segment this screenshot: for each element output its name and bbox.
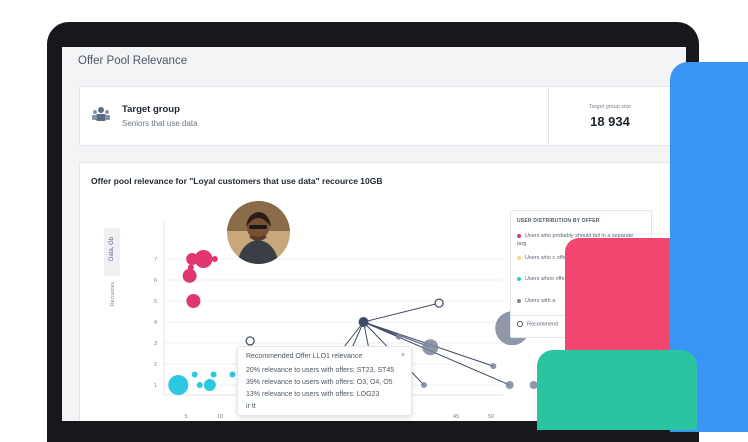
divider [548,87,549,145]
page-title: Offer Pool Relevance [78,55,188,67]
cyan-dot-icon [517,276,521,281]
cyan-bubble [196,382,203,388]
y-tick-label: 2 [154,362,157,368]
gray-dot-icon [517,298,521,303]
resources-axis-label: Recources [110,282,116,306]
y-tick-label: 3 [154,341,157,347]
target-group-card[interactable]: Target group Seniors that use data Targe… [79,86,671,146]
legend-title: USER DISTRIBUTION BY OFFER [517,218,600,224]
tooltip-title: Recommended Offer LLO1 relevance [246,353,363,360]
x-tick-label: 5 [184,414,187,420]
y-tick-label: 6 [154,278,157,284]
target-group-size-label: Target group size [588,104,632,110]
relevance-tooltip: Recommended Offer LLO1 relevance × 20% r… [237,346,412,416]
decorative-green-shape [537,350,697,430]
tooltip-line: 39% relevance to users with offers: O3, … [246,379,393,386]
gray-bubble [421,382,427,388]
target-group-size-value: 18 934 [590,114,630,129]
x-tick-label: 10 [217,414,223,420]
tooltip-line: 20% relevance to users with offers: ST23… [246,367,395,374]
y-tick-label: 5 [154,299,157,305]
cyan-bubble [229,371,236,378]
pink-bubble [186,294,201,308]
x-tick-label: 50 [488,414,494,420]
y-tick-label: 7 [154,257,157,263]
gray-bubble [395,333,402,340]
target-group-title: Target group [122,104,180,115]
pink-bubble [182,268,197,283]
pink-dot-icon [517,233,521,238]
pink-bubble [211,256,218,262]
user-avatar-photo [227,201,290,264]
legend-recommended[interactable]: Recommend [517,321,558,327]
gray-bubble [505,381,514,389]
users-group-icon [92,107,110,121]
cyan-bubble [168,375,189,395]
tooltip-line: 13% relevance to users with offers: LOG2… [246,391,380,398]
connector-line [363,302,440,323]
pink-bubble [194,250,213,268]
gray-bubble [422,339,439,356]
tooltip-line: ir tt [246,403,256,410]
yellow-dot-icon [517,255,521,260]
cyan-bubble [203,379,216,391]
hub-bubble [358,317,369,327]
cyan-bubble [191,371,198,378]
y-tick-label: 1 [154,383,157,389]
close-icon[interactable]: × [401,352,405,359]
target-group-subtitle: Seniors that use data [122,119,198,128]
x-tick-label: 45 [453,414,459,420]
gray-bubble [490,363,497,370]
ring-icon [517,321,523,327]
cyan-bubble [210,371,217,378]
recommended-offer-ring [434,298,444,308]
dimension-label: Data, Gb [109,237,115,262]
y-tick-label: 4 [154,320,157,326]
recommended-offer-ring [245,336,255,346]
data-dimension-dropdown[interactable]: Data, Gb [104,228,120,276]
